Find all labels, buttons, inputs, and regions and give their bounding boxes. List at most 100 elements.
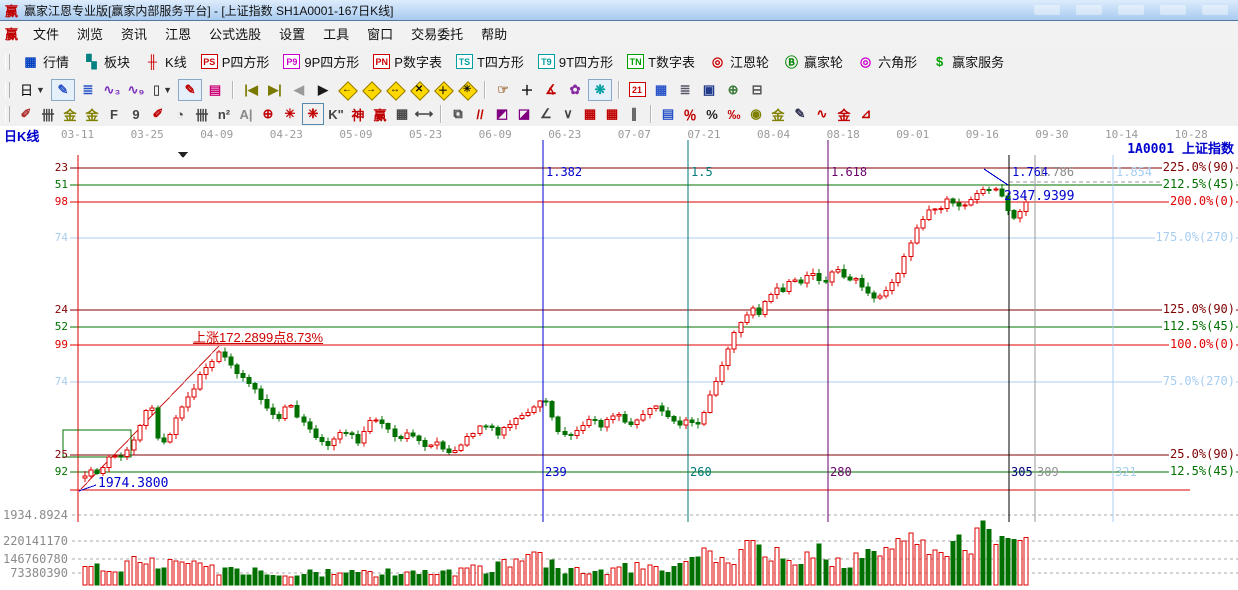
drawtool-red-grid-2[interactable]: ▦ bbox=[602, 104, 622, 124]
toolbtn-hexagon[interactable]: ◎ 六角形 bbox=[857, 52, 917, 71]
drawtool-grid-123[interactable]: ▦ bbox=[392, 104, 412, 124]
drawtool-knife-tool[interactable]: ✐ bbox=[16, 104, 36, 124]
titlebar-faint-item[interactable] bbox=[1118, 5, 1144, 15]
toolbtn-wave-9[interactable]: ∿₉ bbox=[125, 80, 147, 100]
drawtool-percent-line[interactable]: ％ bbox=[680, 104, 700, 124]
menu-item[interactable]: 设置 bbox=[270, 22, 314, 45]
drawtool-ying-tool[interactable]: 赢 bbox=[370, 104, 390, 124]
symbol-label: 1A0001 上证指数 bbox=[1127, 142, 1234, 157]
drawtool-shen-tool[interactable]: 神 bbox=[348, 104, 368, 124]
toolbtn-winner-wheel[interactable]: Ⓑ 赢家轮 bbox=[783, 52, 843, 71]
menu-item[interactable]: 浏览 bbox=[68, 22, 112, 45]
drawtool-gold-underline[interactable]: 金 bbox=[834, 104, 854, 124]
drawtool-purple-fan-2[interactable]: ◪ bbox=[514, 104, 534, 124]
drawtool-percent-level[interactable]: ‰ bbox=[724, 104, 744, 124]
toolbtn-crosshair-tool[interactable]: ＋ bbox=[516, 80, 538, 100]
drawtool-red-grid-1[interactable]: ▦ bbox=[580, 104, 600, 124]
toolbtn-calculator[interactable]: ▦ bbox=[650, 80, 672, 100]
toolbtn-t-square[interactable]: TS T四方形 bbox=[455, 52, 524, 71]
menu-item[interactable]: 窗口 bbox=[358, 22, 402, 45]
toolbtn-9t-square[interactable]: T9 9T四方形 bbox=[537, 52, 613, 71]
drawtool-fence-2[interactable]: 卌 bbox=[192, 104, 212, 124]
toolbtn-network[interactable]: ⊕ bbox=[722, 80, 744, 100]
menu-item[interactable]: 文件 bbox=[24, 22, 68, 45]
titlebar-faint-item[interactable] bbox=[1160, 5, 1186, 15]
toolbtn-info-list[interactable]: ≣ bbox=[77, 80, 99, 100]
drawtool-red-wave[interactable]: ∿ bbox=[812, 104, 832, 124]
toolbtn-draw-mode-blue[interactable]: ✎ bbox=[50, 78, 75, 101]
drawtool-red-fan[interactable]: // bbox=[470, 104, 490, 124]
toolbtn-zoom-horizontal[interactable]: ↔ bbox=[385, 80, 406, 101]
toolbtn-gann-wheel[interactable]: ◎ 江恩轮 bbox=[709, 52, 769, 71]
toolbtn-zoom-in[interactable]: ＋ bbox=[433, 80, 454, 101]
toolbtn-wave-3[interactable]: ∿₃ bbox=[101, 80, 123, 100]
menu-logo-icon: 赢 bbox=[5, 27, 19, 42]
titlebar-faint-item[interactable] bbox=[1034, 5, 1060, 15]
toolbtn-kline[interactable]: ╫ K线 bbox=[144, 52, 187, 71]
drawtool-ruler-tool[interactable]: ▤ bbox=[658, 104, 678, 124]
drawtool-gann-circle[interactable]: ⊕ bbox=[258, 104, 278, 124]
toolbtn-winner-service[interactable]: $ 赢家服务 bbox=[931, 52, 1004, 71]
toolbtn-9p-square[interactable]: P9 9P四方形 bbox=[283, 52, 359, 71]
toolbtn-save[interactable]: ▣ bbox=[698, 80, 720, 100]
toolbtn-prev-bar[interactable]: ◀ bbox=[288, 80, 310, 100]
drawtool-spiral-9[interactable]: 9 bbox=[126, 104, 146, 124]
drawtool-k-mark[interactable]: K" bbox=[326, 104, 346, 124]
toolbtn-workstation[interactable]: ⊟ bbox=[746, 80, 768, 100]
drawtool-clock-fence[interactable]: ◔ bbox=[170, 104, 190, 124]
drawtool-percent-tool[interactable]: % bbox=[702, 104, 722, 124]
toolbtn-quotes[interactable]: ▦ 行情 bbox=[22, 52, 69, 71]
drawtool-boxed-star[interactable]: ❈ bbox=[302, 103, 324, 125]
toolbtn-last-bar[interactable]: ▶| bbox=[264, 80, 286, 100]
toolbtn-zoom-all[interactable]: ✳ bbox=[457, 80, 478, 101]
drawtool-n-squared[interactable]: n² bbox=[214, 104, 234, 124]
toolbtn-t-table[interactable]: TN T数字表 bbox=[627, 52, 695, 71]
toolbtn-next-bar[interactable]: ▶ bbox=[312, 80, 334, 100]
toolbtn-brain-tool[interactable]: ❋ bbox=[588, 78, 613, 101]
toolbtn-pan-right[interactable]: → bbox=[361, 80, 382, 101]
menu-item[interactable]: 资讯 bbox=[112, 22, 156, 45]
toolbtn-first-bar[interactable]: |◀ bbox=[240, 80, 262, 100]
drawtool-j-angle[interactable]: ⊿ bbox=[856, 104, 876, 124]
toolbtn-draw-mode-red[interactable]: ✎ bbox=[178, 78, 203, 101]
drawtool-gold-lines[interactable]: 金 bbox=[768, 104, 788, 124]
drawtool-fence-tool[interactable]: 卌 bbox=[38, 104, 58, 124]
toolbtn-p-table[interactable]: PN P数字表 bbox=[373, 52, 442, 71]
toolbtn-notepad[interactable]: ≣ bbox=[674, 80, 696, 100]
drawtool-text-tool[interactable]: A| bbox=[236, 104, 256, 124]
toolbtn-hand-tool[interactable]: ☞ bbox=[492, 80, 514, 100]
drawtool-gold-fence-2[interactable]: 金 bbox=[82, 104, 102, 124]
drawtool-pen-bars[interactable]: ✎ bbox=[790, 104, 810, 124]
drawtool-v-lines[interactable]: ∨ bbox=[558, 104, 578, 124]
drawtool-box-measure[interactable]: ⧉ bbox=[448, 104, 468, 124]
drawtool-gold-circle[interactable]: ◉ bbox=[746, 104, 766, 124]
toolbtn-histogram[interactable]: ▤ bbox=[204, 80, 226, 100]
toolbtn-ornament-tool[interactable]: ✿ bbox=[564, 80, 586, 100]
menu-item[interactable]: 公式选股 bbox=[200, 22, 270, 45]
menu-item[interactable]: 工具 bbox=[314, 22, 358, 45]
titlebar-faint-item[interactable] bbox=[1076, 5, 1102, 15]
drawtool-parallel-lines[interactable]: ∥ bbox=[624, 104, 644, 124]
menu-item[interactable]: 江恩 bbox=[156, 22, 200, 45]
title-bar[interactable]: 赢 赢家江恩专业版[赢家内部服务平台] - [上证指数 SH1A0001-167… bbox=[0, 0, 1238, 21]
toolbtn-period-selector[interactable]: 日 ▼ bbox=[17, 80, 48, 100]
toolbtn-sectors[interactable]: ▚ 板块 bbox=[83, 52, 131, 71]
drawtool-star-tool[interactable]: ✳ bbox=[280, 104, 300, 124]
drawtool-red-knife[interactable]: ✐ bbox=[148, 104, 168, 124]
toolbtn-angle-tool[interactable]: ∡ bbox=[540, 80, 562, 100]
toolbtn-p-square[interactable]: PS P四方形 bbox=[200, 52, 269, 71]
date-tick: 07-21 bbox=[687, 128, 721, 141]
chart-pane[interactable]: 日K线 1A0001 上证指数 上涨172.2899点8.73% 1974.38… bbox=[0, 126, 1238, 590]
menu-item[interactable]: 帮助 bbox=[472, 22, 516, 45]
toolbtn-zoom-out[interactable]: ✕ bbox=[409, 80, 430, 101]
drawtool-width-tool[interactable]: ⟷ bbox=[414, 104, 434, 124]
drawtool-gold-fence-1[interactable]: 金 bbox=[60, 104, 80, 124]
toolbtn-calendar[interactable]: 21 bbox=[626, 80, 648, 100]
drawtool-purple-fan-1[interactable]: ◩ bbox=[492, 104, 512, 124]
toolbtn-candle-style[interactable]: ▯ ▼ bbox=[150, 80, 175, 100]
drawtool-f-fence[interactable]: F bbox=[104, 104, 124, 124]
drawtool-angle-lines[interactable]: ∠ bbox=[536, 104, 556, 124]
titlebar-faint-item[interactable] bbox=[1202, 5, 1228, 15]
menu-item[interactable]: 交易委托 bbox=[402, 22, 472, 45]
toolbtn-pan-left[interactable]: ← bbox=[337, 80, 358, 101]
